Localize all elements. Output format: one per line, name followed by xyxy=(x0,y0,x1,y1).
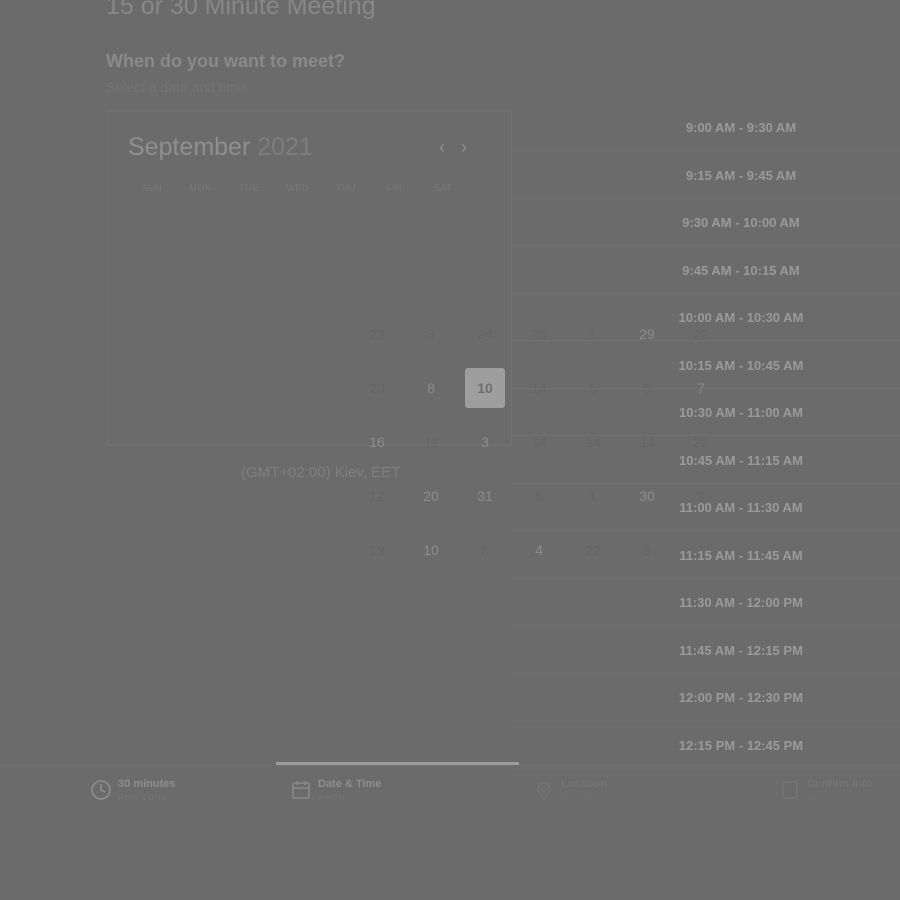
calendar-day[interactable]: 8 xyxy=(411,368,451,408)
time-slot-label: 11:15 AM - 11:45 AM xyxy=(679,547,803,563)
time-slot-label: 11:30 AM - 12:00 PM xyxy=(679,595,803,610)
step-confirm-info[interactable]: Confirm Info WHO xyxy=(779,776,900,808)
steps-divider xyxy=(0,765,900,766)
calendar-day[interactable]: 16 xyxy=(357,422,397,462)
weekday-label: MON xyxy=(189,183,212,193)
time-slot-label: 9:00 AM - 9:30 AM xyxy=(685,120,797,135)
calendar-day[interactable]: 23 xyxy=(357,368,397,408)
step-location[interactable]: Location WHERE xyxy=(533,776,693,808)
calendar-day[interactable]: 19 xyxy=(357,530,397,570)
weekday-label: SAT xyxy=(433,183,453,193)
calendar-day[interactable]: 11 xyxy=(411,422,451,462)
time-slot[interactable]: 11:00 AM - 11:30 AM xyxy=(512,484,900,531)
step-sublabel: WHO xyxy=(807,795,829,802)
time-slot[interactable]: 11:30 AM - 12:00 PM xyxy=(512,579,900,626)
time-slot[interactable]: 10:00 AM - 10:30 AM xyxy=(512,294,900,341)
selected-day[interactable]: 10 xyxy=(465,368,505,408)
step-label: Location xyxy=(561,778,607,790)
time-slot[interactable]: 10:30 AM - 11:00 AM xyxy=(512,389,900,436)
time-slot-label: 11:45 AM - 12:15 PM xyxy=(679,642,803,658)
step-sublabel: WHEN xyxy=(318,795,346,802)
location-pin-icon xyxy=(533,779,555,801)
step-sublabel: HOW LONG xyxy=(118,795,169,802)
month-name: September xyxy=(128,133,251,161)
step-label: Date & Time xyxy=(318,778,382,790)
time-slot[interactable]: 9:15 AM - 9:45 AM xyxy=(512,152,900,199)
weekday-label: SUN xyxy=(141,183,163,193)
time-slot[interactable]: 11:45 AM - 12:15 PM xyxy=(512,627,900,674)
time-slot[interactable]: 12:00 PM - 12:30 PM xyxy=(512,674,900,721)
year-name: 2021 xyxy=(257,133,313,161)
calendar-day[interactable]: 8 xyxy=(465,530,505,570)
weekday-label: THU xyxy=(336,183,356,193)
page-title: 15 or 30 Minute Meeting xyxy=(106,0,376,20)
calendar-day[interactable]: 31 xyxy=(465,476,505,516)
time-slot-label: 10:15 AM - 10:45 AM xyxy=(678,357,804,373)
section-heading: When do you want to meet? xyxy=(106,51,345,71)
step-duration[interactable]: 30 minutes HOW LONG xyxy=(90,776,250,808)
calendar-day[interactable]: 24 xyxy=(465,314,505,354)
active-step-indicator xyxy=(276,762,519,765)
step-date-time[interactable]: Date & Time WHEN xyxy=(290,776,450,808)
time-slot-label: 12:00 PM - 12:30 PM xyxy=(678,690,804,705)
form-icon xyxy=(779,779,801,801)
calendar-day[interactable]: 20 xyxy=(411,476,451,516)
time-slot[interactable]: 9:30 AM - 10:00 AM xyxy=(512,199,900,246)
time-slot-label: 10:00 AM - 10:30 AM xyxy=(678,310,804,325)
calendar-day[interactable]: 3 xyxy=(411,314,451,354)
weekday-label: FRI xyxy=(386,183,403,193)
time-slot-label: 9:15 AM - 9:45 AM xyxy=(685,167,797,183)
time-slot-label: 10:45 AM - 11:15 AM xyxy=(678,452,804,468)
chevron-right-icon[interactable]: › xyxy=(457,137,471,158)
time-slot[interactable]: 10:45 AM - 11:15 AM xyxy=(512,437,900,484)
calendar-day[interactable]: 12 xyxy=(357,476,397,516)
section-subtitle: Select a date and time xyxy=(106,79,246,95)
time-slot-label: 11:00 AM - 11:30 AM xyxy=(679,500,803,515)
time-slot[interactable]: 10:15 AM - 10:45 AM xyxy=(512,342,900,389)
time-slot-label: 9:45 AM - 10:15 AM xyxy=(682,262,800,278)
weekday-label: WED xyxy=(286,183,309,193)
calendar-day[interactable]: 10 xyxy=(411,530,451,570)
calendar-day[interactable]: 3 xyxy=(465,422,505,462)
step-label: Confirm Info xyxy=(807,778,873,790)
time-slot-label: 10:30 AM - 11:00 AM xyxy=(678,405,804,420)
time-slot[interactable]: 9:45 AM - 10:15 AM xyxy=(512,247,900,294)
calendar-icon xyxy=(290,779,312,801)
calendar-day[interactable]: 23 xyxy=(357,314,397,354)
step-sublabel: WHERE xyxy=(561,795,595,802)
time-slot[interactable]: 11:15 AM - 11:45 AM xyxy=(512,532,900,579)
timezone-label[interactable]: (GMT+02:00) Kiev, EET xyxy=(241,464,400,481)
step-label: 30 minutes xyxy=(118,778,176,790)
time-slot-label: 9:30 AM - 10:00 AM xyxy=(682,215,800,230)
chevron-left-icon[interactable]: ‹ xyxy=(435,137,449,158)
time-slot[interactable]: 9:00 AM - 9:30 AM xyxy=(512,104,900,151)
weekday-label: TUE xyxy=(239,183,259,193)
clock-icon xyxy=(90,779,112,801)
calendar-month-label: September 2021 xyxy=(128,133,313,162)
time-slot[interactable]: 12:15 PM - 12:45 PM xyxy=(512,722,900,769)
time-slot-label: 12:15 PM - 12:45 PM xyxy=(678,737,804,753)
